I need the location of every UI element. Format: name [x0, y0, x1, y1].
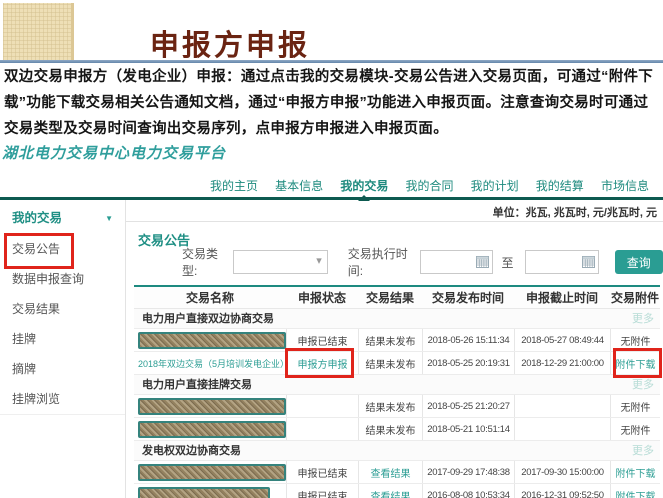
more-link[interactable]: 更多 — [632, 309, 654, 329]
group-row: 电力用户直接双边协商交易 更多 — [134, 309, 660, 329]
more-link[interactable]: 更多 — [632, 441, 654, 461]
highlight-box — [4, 233, 74, 269]
redacted-trade-name[interactable] — [138, 487, 270, 498]
attachment-none: 无附件 — [621, 399, 651, 414]
table-row: 2018年双边交易（5月培训发电企业） 申报方申报 结果未发布 2018-05-… — [134, 352, 660, 375]
page-title: 申报方申报 — [150, 22, 310, 64]
deadline-time: 2018-12-29 21:00:00 — [521, 358, 604, 369]
exec-time-label: 交易执行时间: — [348, 245, 417, 279]
trade-result: 结果未发布 — [366, 356, 416, 371]
sidebar-item-listing-browse[interactable]: 挂牌浏览 — [0, 384, 125, 414]
declare-status: 申报已结束 — [298, 465, 348, 480]
platform-name: 湖北电力交易中心电力交易平台 — [2, 142, 226, 163]
announcement-table: 交易名称 申报状态 交易结果 交易发布时间 申报截止时间 交易附件 电力用户直接… — [134, 285, 660, 498]
sidebar-item-listing[interactable]: 挂牌 — [0, 324, 125, 354]
attachment-none: 无附件 — [621, 422, 651, 437]
header-trade-result: 交易结果 — [358, 289, 422, 306]
description-lead: 双边交易申报方（发电企业）申报： — [4, 69, 241, 85]
nav-item-my-settlement[interactable]: 我的结算 — [536, 176, 584, 197]
publish-time: 2018-05-25 20:19:31 — [427, 358, 510, 369]
trade-result: 结果未发布 — [366, 333, 416, 348]
header-attachment: 交易附件 — [610, 289, 660, 306]
header-declare-status: 申报状态 — [286, 289, 358, 306]
sidebar-group-label: 我的交易 — [12, 211, 62, 225]
nav-item-my-plans[interactable]: 我的计划 — [471, 176, 519, 197]
publish-time: 2018-05-26 15:11:34 — [428, 335, 510, 346]
trade-type-select[interactable]: ▾ — [233, 250, 328, 274]
table-row: 结果未发布 2018-05-25 21:20:27 无附件 — [134, 395, 660, 418]
calendar-icon — [582, 255, 595, 268]
trade-name-link[interactable]: 2018年双边交易（5月培训发电企业） — [138, 357, 289, 370]
trade-result: 结果未发布 — [366, 399, 416, 414]
view-result-link[interactable]: 查看结果 — [371, 488, 411, 498]
header-publish-time: 交易发布时间 — [422, 289, 514, 306]
nav-item-my-contracts[interactable]: 我的合同 — [405, 176, 453, 197]
nav-item-basic-info[interactable]: 基本信息 — [275, 176, 323, 197]
view-result-link[interactable]: 查看结果 — [371, 465, 411, 480]
table-row: 申报已结束 查看结果 2017-09-29 17:48:38 2017-09-3… — [134, 461, 660, 484]
to-label: 至 — [501, 254, 513, 271]
group-row: 发电权双边协商交易 更多 — [134, 441, 660, 461]
redacted-trade-name[interactable] — [138, 464, 286, 481]
attachment-download-link[interactable]: 附件下载 — [616, 488, 656, 498]
slide-corner-decoration — [3, 3, 74, 61]
deadline-time: 2016-12-31 09:52:50 — [521, 490, 604, 498]
slide: 申报方申报 双边交易申报方（发电企业）申报：通过点击我的交易模块-交易公告进入交… — [0, 0, 663, 498]
publish-time: 2018-05-25 21:20:27 — [427, 401, 510, 412]
group-title: 电力用户直接挂牌交易 — [142, 379, 252, 391]
nav-item-market-info[interactable]: 市场信息 — [601, 176, 649, 197]
chevron-down-icon: ▾ — [316, 254, 322, 267]
search-button[interactable]: 查询 — [615, 250, 663, 274]
table-row: 结果未发布 2018-05-21 10:51:14 无附件 — [134, 418, 660, 441]
declare-status: 申报已结束 — [298, 333, 348, 348]
table-header: 交易名称 申报状态 交易结果 交易发布时间 申报截止时间 交易附件 — [134, 287, 660, 309]
chevron-down-icon: ▼ — [105, 207, 113, 231]
sidebar-item-delisting[interactable]: 摘牌 — [0, 354, 125, 384]
attachment-download-link[interactable]: 附件下载 — [616, 356, 656, 371]
attachment-none: 无附件 — [621, 333, 651, 348]
deadline-time: 2017-09-30 15:00:00 — [521, 467, 604, 478]
exec-time-start-input[interactable] — [420, 250, 493, 274]
sidebar-item-trade-result[interactable]: 交易结果 — [0, 294, 125, 324]
publish-time: 2016-08-08 10:53:34 — [427, 490, 510, 498]
sidebar: 我的交易 ▼ 交易公告 数据申报查询 交易结果 挂牌 摘牌 挂牌浏览 — [0, 200, 126, 498]
redacted-trade-name[interactable] — [138, 421, 286, 438]
more-link[interactable]: 更多 — [632, 375, 654, 395]
unit-label: 单位：兆瓦, 兆瓦时, 元/兆瓦时, 元 — [493, 204, 657, 220]
top-nav: 我的主页 基本信息 我的交易 我的合同 我的计划 我的结算 市场信息 — [190, 176, 663, 197]
exec-time-end-input[interactable] — [525, 250, 598, 274]
deadline-time: 2018-05-27 08:49:44 — [521, 335, 604, 346]
header-deadline: 申报截止时间 — [514, 289, 610, 306]
table-row: 申报已结束 结果未发布 2018-05-26 15:11:34 2018-05-… — [134, 329, 660, 352]
group-title: 发电权双边协商交易 — [142, 445, 241, 457]
declare-status: 申报已结束 — [298, 488, 348, 498]
group-row: 电力用户直接挂牌交易 更多 — [134, 375, 660, 395]
nav-item-home[interactable]: 我的主页 — [210, 176, 258, 197]
calendar-icon — [476, 255, 489, 268]
header-trade-name: 交易名称 — [134, 289, 286, 306]
main-content: 单位：兆瓦, 兆瓦时, 元/兆瓦时, 元 交易公告 交易类型: ▾ 交易执行时间… — [126, 200, 663, 498]
content-divider — [126, 221, 663, 222]
publish-time: 2017-09-29 17:48:38 — [427, 467, 510, 478]
table-row: 申报已结束 查看结果 2016-08-08 10:53:34 2016-12-3… — [134, 484, 660, 498]
sidebar-divider — [0, 414, 125, 415]
group-title: 电力用户直接双边协商交易 — [142, 313, 274, 325]
nav-item-my-trades[interactable]: 我的交易 — [340, 176, 388, 197]
trade-result: 结果未发布 — [366, 422, 416, 437]
redacted-trade-name[interactable] — [138, 398, 286, 415]
declare-link[interactable]: 申报方申报 — [298, 356, 348, 371]
publish-time: 2018-05-21 10:51:14 — [427, 424, 510, 435]
filter-bar: 交易类型: ▾ 交易执行时间: 至 — [126, 249, 663, 275]
redacted-trade-name[interactable] — [138, 332, 286, 349]
title-divider — [0, 60, 663, 63]
trade-type-label: 交易类型: — [182, 245, 229, 279]
description-text: 双边交易申报方（发电企业）申报：通过点击我的交易模块-交易公告进入交易页面，可通… — [4, 64, 660, 142]
attachment-download-link[interactable]: 附件下载 — [616, 465, 656, 480]
app-area: 我的交易 ▼ 交易公告 数据申报查询 交易结果 挂牌 摘牌 挂牌浏览 单位：兆瓦… — [0, 200, 663, 498]
sidebar-group-my-trades[interactable]: 我的交易 ▼ — [0, 206, 125, 230]
